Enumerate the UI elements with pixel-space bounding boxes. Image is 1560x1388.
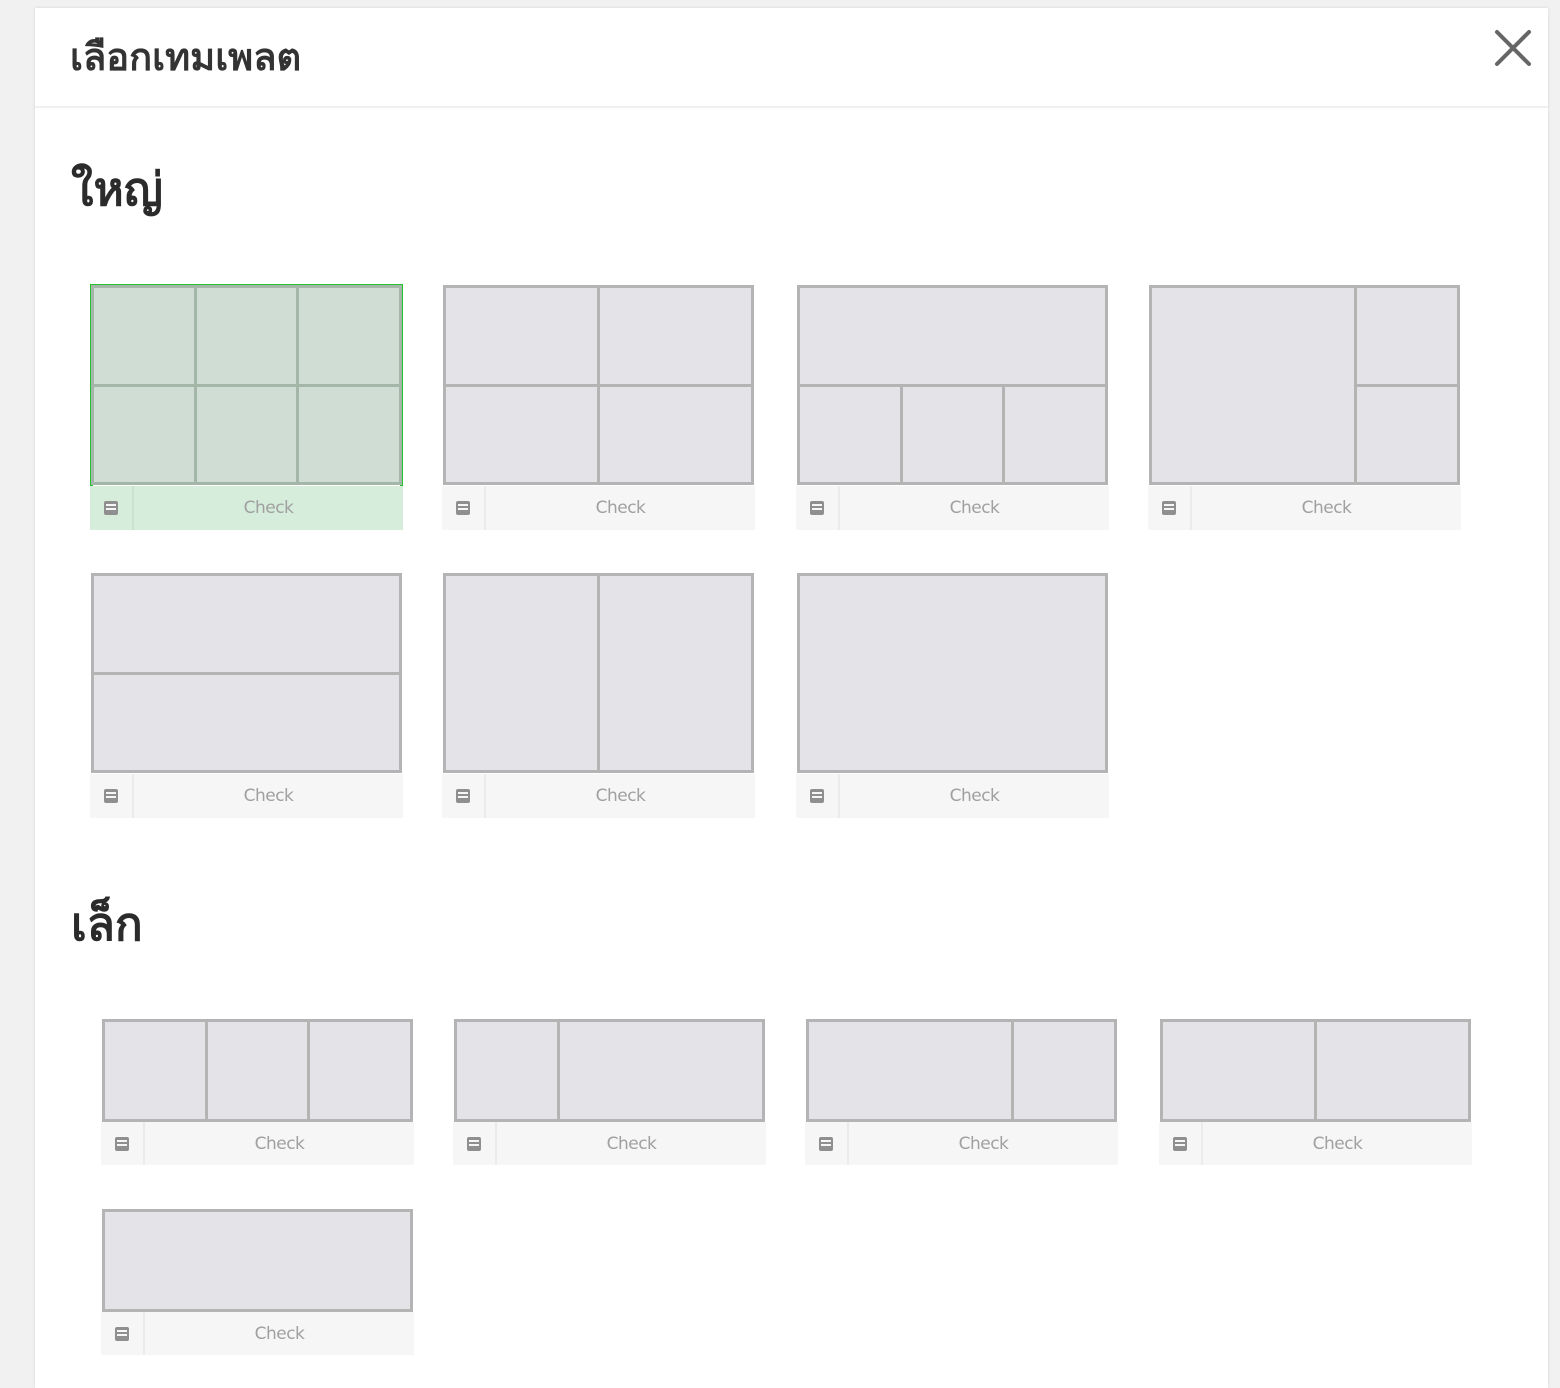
template-label: Check [949, 498, 1000, 518]
template-preview [454, 1019, 765, 1122]
template-option[interactable]: Check [1159, 1018, 1472, 1165]
template-option[interactable]: Check [1148, 284, 1461, 530]
template-option[interactable]: Check [442, 284, 755, 530]
template-label: Check [1312, 1133, 1363, 1154]
template-label: Check [606, 1133, 657, 1154]
cell-divider [800, 383, 1105, 387]
template-label: Check [595, 786, 646, 806]
template-icon [455, 788, 471, 804]
template-icon [114, 1136, 130, 1152]
section-title-large: ใหญ่ [71, 162, 163, 216]
cell-divider [205, 1022, 209, 1119]
close-icon [1495, 30, 1531, 66]
dialog-title: เลือกเทมเพลต [70, 35, 302, 79]
template-footer: Check [101, 1312, 414, 1355]
cell-divider [94, 383, 399, 387]
template-preview [797, 573, 1108, 773]
template-icon [466, 1136, 482, 1152]
footer-icon-box [90, 774, 134, 818]
template-option[interactable]: Check [90, 572, 403, 818]
template-option[interactable]: Check [796, 572, 1109, 818]
template-option[interactable]: Check [90, 284, 403, 530]
template-label: Check [1301, 498, 1352, 518]
template-preview [443, 285, 754, 485]
footer-icon-box [442, 774, 486, 818]
template-preview [1160, 1019, 1471, 1122]
cell-divider [446, 383, 751, 387]
template-dialog: เลือกเทมเพลต ใหญ่ เล็ก Check Check Check Ch… [35, 8, 1548, 1388]
template-preview [443, 573, 754, 773]
section-title-small: เล็ก [71, 897, 143, 951]
template-label: Check [243, 498, 294, 518]
template-footer: Check [453, 1122, 766, 1165]
template-icon [818, 1136, 834, 1152]
template-footer: Check [796, 486, 1109, 530]
cell-divider [1314, 1022, 1317, 1119]
template-footer: Check [796, 774, 1109, 818]
cell-divider [1010, 1022, 1014, 1119]
template-preview [91, 285, 402, 485]
template-footer: Check [101, 1122, 414, 1165]
template-footer: Check [805, 1122, 1118, 1165]
cell-divider [557, 1022, 561, 1119]
cell-divider [900, 385, 904, 482]
template-label: Check [243, 786, 294, 806]
template-label: Check [254, 1323, 305, 1344]
template-label: Check [949, 786, 1000, 806]
template-footer: Check [442, 774, 755, 818]
template-footer: Check [1148, 486, 1461, 530]
footer-icon-box [90, 486, 134, 530]
footer-icon-box [1148, 486, 1192, 530]
template-preview [91, 573, 402, 773]
template-icon [1161, 500, 1177, 516]
template-option[interactable]: Check [101, 1018, 414, 1165]
template-icon [1172, 1136, 1188, 1152]
footer-icon-box [453, 1122, 497, 1165]
template-option[interactable]: Check [796, 284, 1109, 530]
template-preview [102, 1209, 413, 1312]
template-icon [103, 500, 119, 516]
cell-divider [1355, 383, 1457, 387]
footer-icon-box [442, 486, 486, 530]
template-label: Check [254, 1133, 305, 1154]
footer-icon-box [1159, 1122, 1203, 1165]
template-label: Check [595, 498, 646, 518]
footer-icon-box [796, 774, 840, 818]
footer-icon-box [101, 1122, 145, 1165]
template-preview [102, 1019, 413, 1122]
template-preview [1149, 285, 1460, 485]
template-footer: Check [1159, 1122, 1472, 1165]
template-icon [114, 1326, 130, 1342]
template-footer: Check [90, 486, 403, 530]
cell-divider [597, 576, 600, 770]
template-icon [809, 500, 825, 516]
template-icon [809, 788, 825, 804]
template-option[interactable]: Check [442, 572, 755, 818]
close-button[interactable] [1491, 26, 1535, 70]
template-option[interactable]: Check [101, 1208, 414, 1355]
template-label: Check [958, 1133, 1009, 1154]
template-preview [806, 1019, 1117, 1122]
footer-icon-box [796, 486, 840, 530]
template-option[interactable]: Check [805, 1018, 1118, 1165]
template-icon [455, 500, 471, 516]
template-preview [797, 285, 1108, 485]
cell-divider [94, 671, 399, 675]
template-icon [103, 788, 119, 804]
cell-divider [306, 1022, 310, 1119]
dialog-header: เลือกเทมเพลต [35, 8, 1548, 108]
template-footer: Check [442, 486, 755, 530]
template-footer: Check [90, 774, 403, 818]
footer-icon-box [101, 1312, 145, 1355]
template-option[interactable]: Check [453, 1018, 766, 1165]
cell-divider [1001, 385, 1005, 482]
footer-icon-box [805, 1122, 849, 1165]
